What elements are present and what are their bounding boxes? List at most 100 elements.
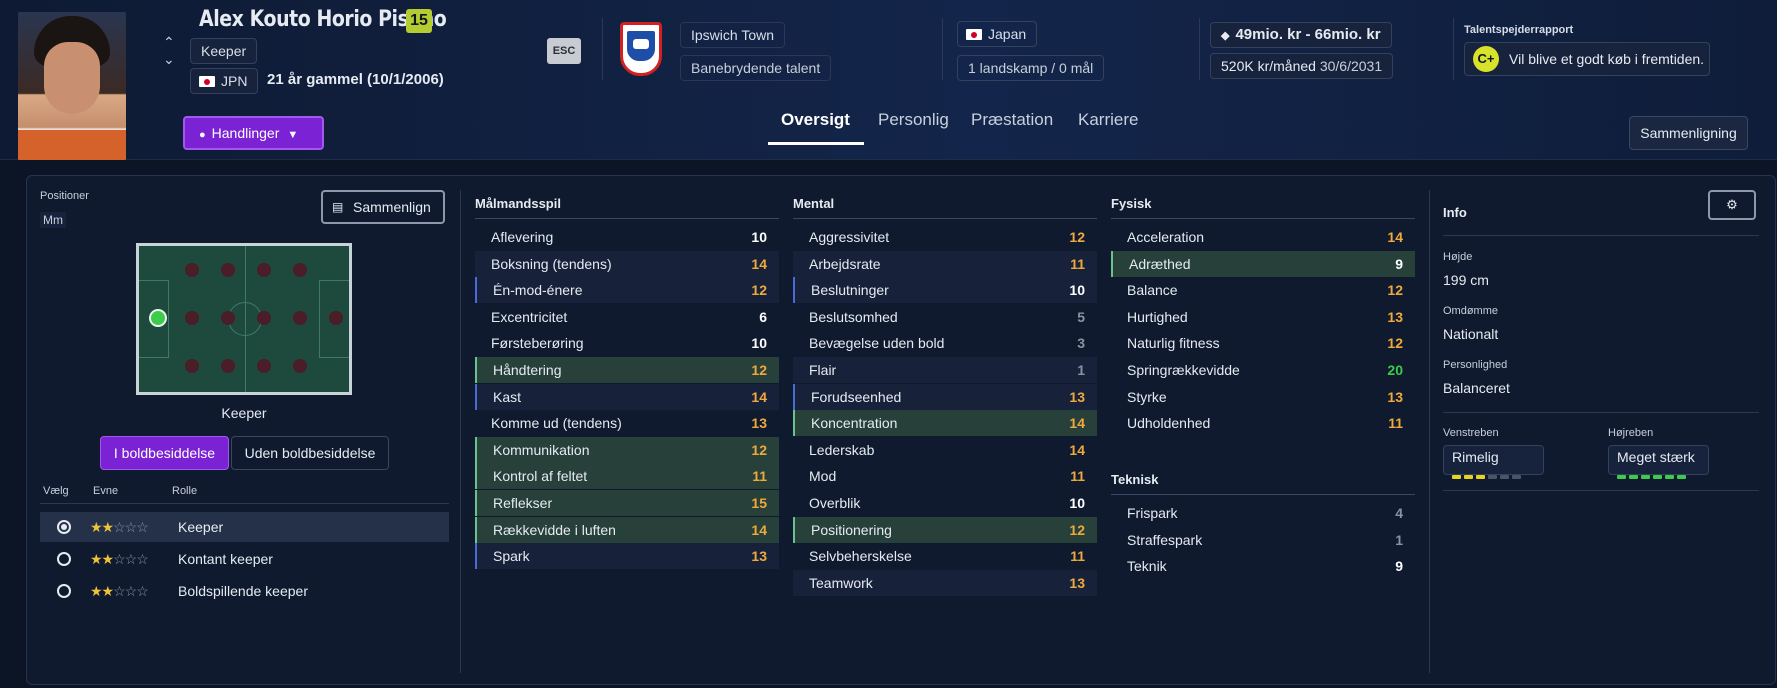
attribute-row[interactable]: Håndtering 12 [475, 357, 779, 383]
divider [602, 18, 603, 80]
club-status: Banebrydende talent [680, 55, 832, 81]
international-caps: 1 landskamp / 0 mål [957, 55, 1105, 81]
divider [1443, 490, 1759, 491]
club-name[interactable]: Ipswich Town [680, 22, 786, 48]
prev-player-arrow-icon[interactable]: ⌃ [163, 35, 175, 49]
divider [1111, 218, 1415, 219]
next-player-arrow-icon[interactable]: ⌄ [163, 52, 175, 66]
attribute-row[interactable]: Kommunikation 12 [475, 436, 779, 463]
actions-button[interactable]: ● Handlinger ▼ [183, 116, 324, 150]
role-stars: ★★☆☆☆ [90, 551, 149, 567]
attribute-value: 13 [751, 548, 767, 565]
role-radio[interactable] [57, 552, 71, 566]
attribute-row[interactable]: Overblik 10 [793, 490, 1097, 516]
divider [1443, 235, 1759, 236]
role-row[interactable]: ★★☆☆☆ Kontant keeper [40, 544, 449, 574]
attribute-row[interactable]: Førsteberøring 10 [475, 330, 779, 356]
attribute-row[interactable]: Lederskab 14 [793, 437, 1097, 463]
attribute-name: Arbejdsrate [809, 255, 881, 272]
attribute-row[interactable]: Frispark 4 [1111, 500, 1415, 526]
attribute-name: Én-mod-énere [493, 282, 583, 299]
attribute-row[interactable]: Én-mod-énere 12 [475, 277, 779, 304]
nationality: Japan [988, 26, 1027, 42]
out-of-possession-toggle[interactable]: Uden boldbesiddelse [231, 436, 389, 470]
contract-info: 520K kr/måned 30/6/2031 [1210, 53, 1394, 79]
attribute-value: 14 [1387, 229, 1403, 245]
transfer-value: ◆ 49mio. kr - 66mio. kr [1210, 22, 1392, 48]
role-row[interactable]: ★★☆☆☆ Keeper [40, 512, 449, 542]
attribute-value: 20 [1387, 362, 1403, 378]
attribute-row[interactable]: Koncentration 14 [793, 410, 1097, 437]
attribute-name: Beslutsomhed [809, 308, 898, 325]
attribute-row[interactable]: Boksning (tendens) 14 [475, 250, 779, 277]
compare-icon: ▤ [332, 200, 344, 214]
attribute-row[interactable]: Kontrol af feltet 11 [475, 463, 779, 490]
attribute-row[interactable]: Beslutsomhed 5 [793, 304, 1097, 330]
attribute-row[interactable]: Straffespark 1 [1111, 527, 1415, 553]
attribute-name: Reflekser [493, 495, 553, 511]
attribute-name: Straffespark [1127, 531, 1203, 548]
attribute-row[interactable]: Komme ud (tendens) 13 [475, 410, 779, 436]
attribute-row[interactable]: Flair 1 [793, 357, 1097, 383]
actions-label: Handlinger [211, 125, 280, 141]
attribute-value: 12 [751, 441, 767, 458]
compare-positions-button[interactable]: ▤ Sammenlign [321, 190, 445, 224]
tab-performance[interactable]: Præstation [971, 110, 1053, 130]
attribute-row[interactable]: Hurtighed 13 [1111, 304, 1415, 330]
attribute-row[interactable]: Styrke 13 [1111, 384, 1415, 410]
tab-career[interactable]: Karriere [1078, 110, 1138, 130]
attribute-name: Hurtighed [1127, 308, 1188, 325]
attribute-value: 10 [751, 335, 767, 352]
attribute-row[interactable]: Beslutninger 10 [793, 277, 1097, 304]
attribute-name: Adræthed [1129, 255, 1191, 272]
attribute-value: 9 [1395, 558, 1403, 575]
attribute-value: 14 [1069, 415, 1085, 432]
attribute-row[interactable]: Excentricitet 6 [475, 304, 779, 330]
role-stars: ★★☆☆☆ [90, 583, 149, 599]
attribute-row[interactable]: Adræthed 9 [1111, 250, 1415, 277]
info-settings-button[interactable]: ⚙ [1708, 190, 1756, 220]
role-radio[interactable] [57, 584, 71, 598]
attribute-row[interactable]: Udholdenhed 11 [1111, 410, 1415, 436]
attribute-row[interactable]: Mod 11 [793, 463, 1097, 489]
attribute-row[interactable]: Bevægelse uden bold 3 [793, 330, 1097, 356]
tab-personal[interactable]: Personlig [878, 110, 949, 130]
in-possession-toggle[interactable]: I boldbesiddelse [100, 436, 229, 470]
esc-key-hint[interactable]: ESC [547, 38, 581, 64]
role-radio[interactable] [57, 520, 71, 534]
attribute-row[interactable]: Positionering 12 [793, 516, 1097, 543]
comparison-button[interactable]: Sammenligning [1629, 116, 1748, 150]
height-value: 199 cm [1443, 272, 1489, 288]
attribute-row[interactable]: Springrækkevidde 20 [1111, 357, 1415, 383]
attribute-row[interactable]: Balance 12 [1111, 277, 1415, 303]
attribute-row[interactable]: Kast 14 [475, 383, 779, 410]
role-row[interactable]: ★★☆☆☆ Boldspillende keeper [40, 576, 449, 606]
squad-number-badge: 15 [406, 9, 432, 33]
attribute-row[interactable]: Acceleration 14 [1111, 224, 1415, 250]
attribute-row[interactable]: Selvbeherskelse 11 [793, 543, 1097, 569]
nation-code: JPN [221, 73, 248, 89]
attribute-row[interactable]: Naturlig fitness 12 [1111, 330, 1415, 356]
price-tag-icon: ◆ [1221, 30, 1230, 42]
nationality-chip[interactable]: Japan [957, 21, 1038, 47]
attribute-row[interactable]: Aflevering 10 [475, 224, 779, 250]
attribute-row[interactable]: Teknik 9 [1111, 553, 1415, 579]
scout-grade-badge: C+ [1473, 46, 1499, 72]
player-header: ⌃ ⌄ Alex Kouto Horio Pisano 15 Keeper JP… [0, 0, 1777, 160]
attribute-row[interactable]: Spark 13 [475, 543, 779, 570]
attribute-name: Koncentration [811, 415, 898, 432]
tab-overview[interactable]: Oversigt [781, 110, 850, 130]
attribute-name: Beslutninger [811, 282, 889, 299]
attribute-value: 14 [751, 521, 767, 538]
attribute-row[interactable]: Teamwork 13 [793, 569, 1097, 596]
attribute-row[interactable]: Rækkevidde i luften 14 [475, 516, 779, 543]
attribute-row[interactable]: Aggressivitet 12 [793, 224, 1097, 250]
scout-report-box[interactable]: Vil blive et godt køb i fremtiden. [1464, 42, 1710, 76]
attribute-row[interactable]: Forudseenhed 13 [793, 383, 1097, 410]
attribute-row[interactable]: Reflekser 15 [475, 490, 779, 516]
attribute-name: Selvbeherskelse [809, 548, 912, 565]
club-crest-icon[interactable] [620, 22, 662, 76]
attribute-name: Aflevering [491, 229, 554, 245]
attribute-value: 5 [1077, 308, 1085, 325]
attribute-row[interactable]: Arbejdsrate 11 [793, 250, 1097, 277]
